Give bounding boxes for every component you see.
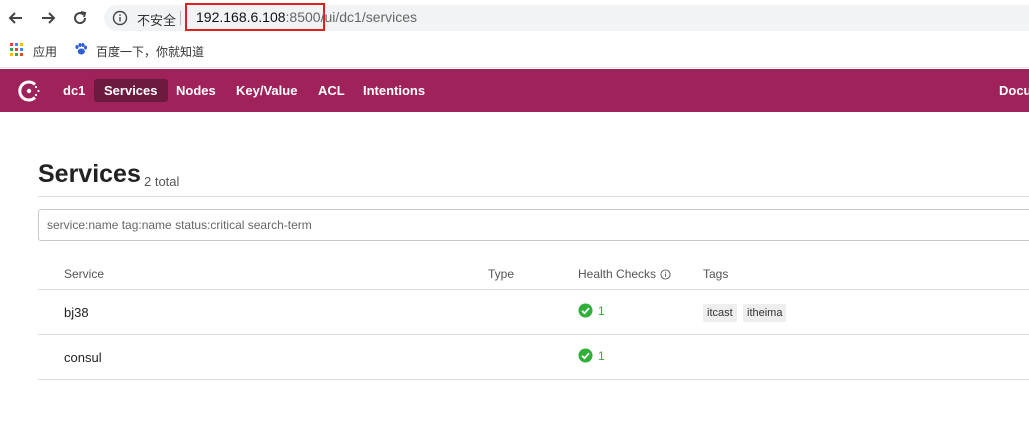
bookmark-baidu[interactable]: 百度一下，你就知道 xyxy=(96,43,204,60)
nav-acl[interactable]: ACL xyxy=(308,79,355,102)
arrow-left-icon xyxy=(8,12,22,24)
passing-count: 1 xyxy=(598,303,605,318)
nav-key-value[interactable]: Key/Value xyxy=(226,79,307,102)
url-host: 192.168.6.108 xyxy=(196,9,286,25)
column-header-type: Type xyxy=(488,267,515,281)
check-circle-icon xyxy=(578,348,593,363)
baidu-paw-icon xyxy=(75,43,87,55)
bookmark-apps[interactable]: 应用 xyxy=(33,43,57,60)
consul-logo-icon[interactable] xyxy=(16,78,42,104)
row-divider xyxy=(38,379,1029,380)
column-header-service: Service xyxy=(64,267,105,281)
title-divider xyxy=(38,196,1029,197)
url-text[interactable]: 192.168.6.108:8500/ui/dc1/services xyxy=(196,9,417,25)
info-icon[interactable] xyxy=(112,10,128,26)
app-header: dc1 Services Nodes Key/Value ACL Intenti… xyxy=(0,69,1029,112)
tag-badge: itcast xyxy=(703,304,737,322)
url-path: /ui/dc1/services xyxy=(320,9,418,25)
forward-button[interactable] xyxy=(38,8,58,28)
browser-toolbar: 不安全 192.168.6.108:8500/ui/dc1/services xyxy=(0,0,1029,37)
passing-count: 1 xyxy=(598,348,605,363)
services-count: 2 total xyxy=(144,174,180,189)
nav-intentions[interactable]: Intentions xyxy=(353,79,435,102)
header-divider xyxy=(38,289,1029,290)
arrow-right-icon xyxy=(42,12,56,24)
apps-grid-icon[interactable] xyxy=(10,43,24,57)
nav-nodes[interactable]: Nodes xyxy=(166,79,226,102)
service-name-link[interactable]: consul xyxy=(64,350,102,365)
health-checks-label: Health Checks xyxy=(578,267,657,281)
datacenter-selector[interactable]: dc1 xyxy=(53,79,95,102)
nav-services[interactable]: Services xyxy=(94,79,168,102)
nav-documentation[interactable]: Docu xyxy=(989,79,1029,102)
row-divider xyxy=(38,334,1029,335)
health-checks-passing: 1 xyxy=(578,348,605,363)
page-title: Services xyxy=(38,160,141,188)
url-port: :8500 xyxy=(285,9,321,25)
back-button[interactable] xyxy=(6,8,26,28)
divider xyxy=(180,11,181,25)
address-bar[interactable]: 不安全 192.168.6.108:8500/ui/dc1/services xyxy=(104,3,1029,31)
column-header-health-checks: Health Checks xyxy=(578,267,671,281)
services-search-input[interactable] xyxy=(38,209,1029,241)
info-icon[interactable] xyxy=(660,268,671,280)
tag-badge: itheima xyxy=(743,304,787,322)
service-name-link[interactable]: bj38 xyxy=(64,305,89,320)
check-circle-icon xyxy=(578,303,593,318)
reload-button[interactable] xyxy=(70,8,90,28)
health-checks-passing: 1 xyxy=(578,303,605,318)
security-status: 不安全 xyxy=(137,14,177,29)
column-header-tags: Tags xyxy=(703,267,729,281)
reload-icon xyxy=(74,11,87,25)
